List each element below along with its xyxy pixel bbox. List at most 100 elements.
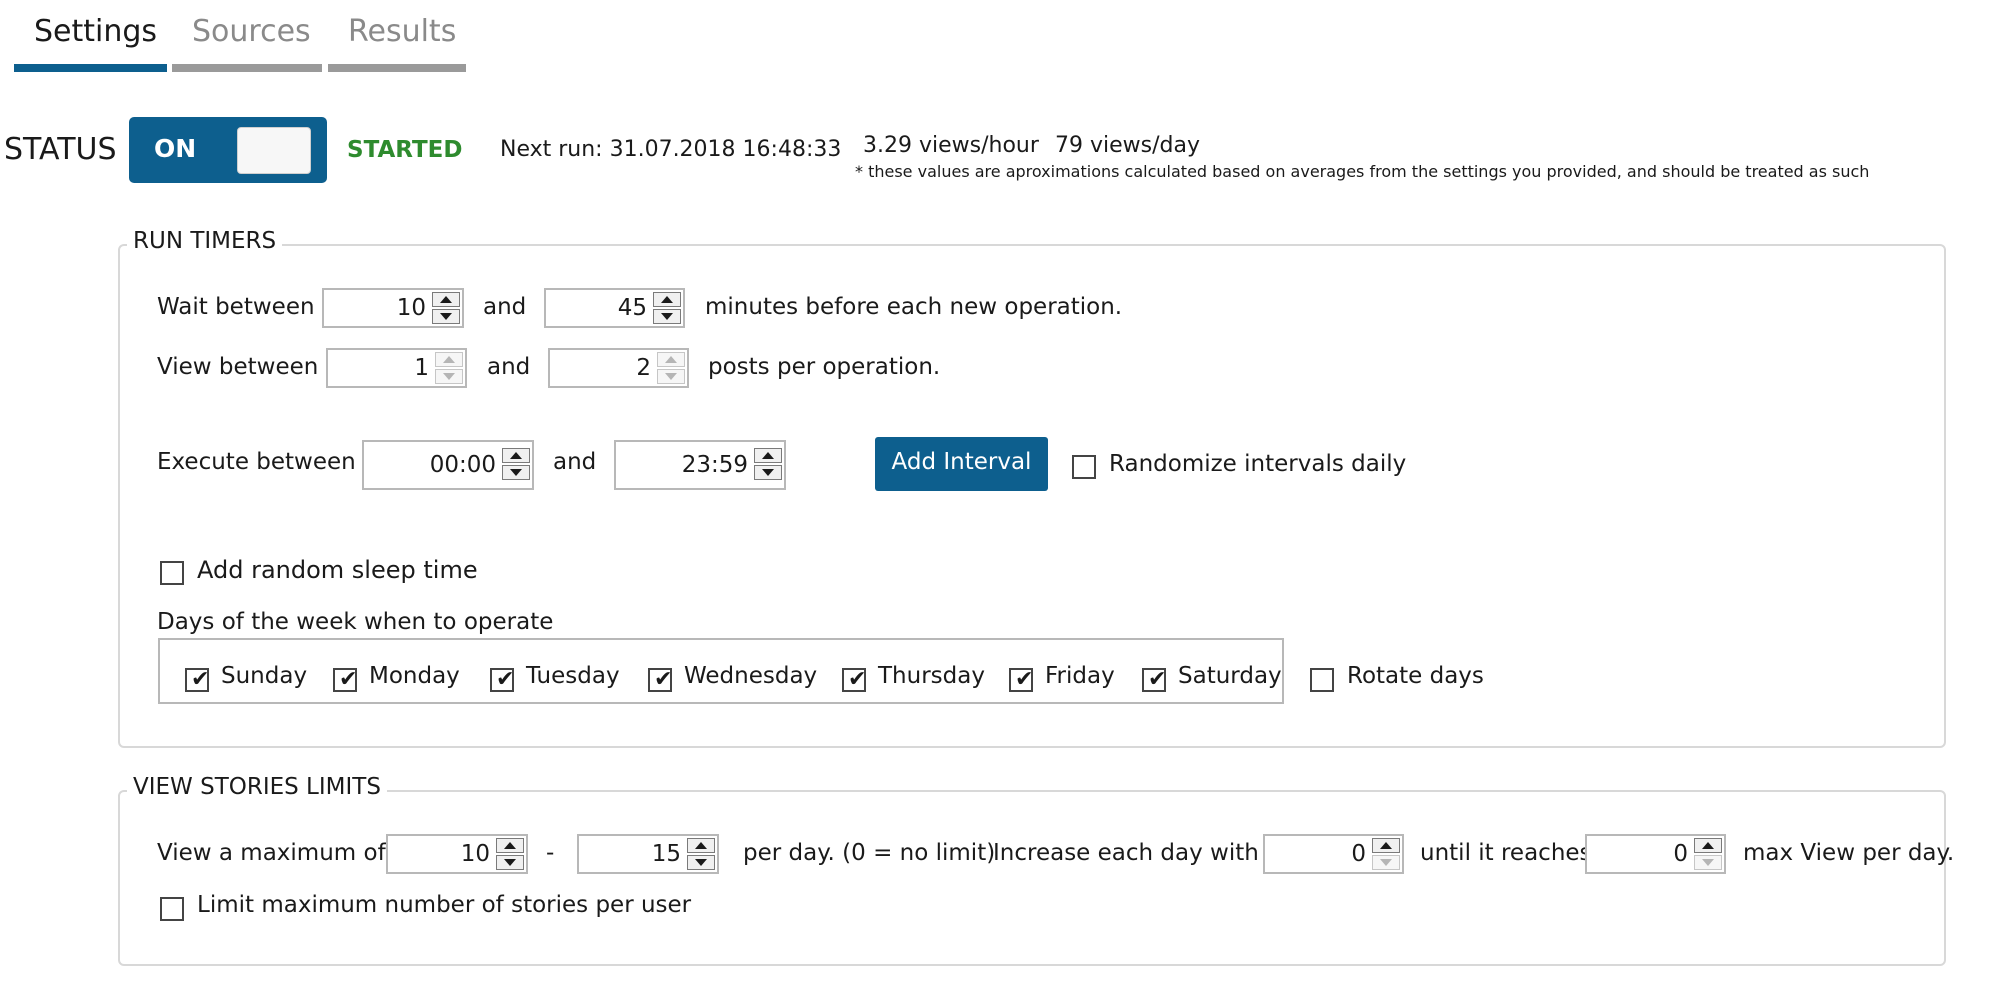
- wait-max-spinner[interactable]: 45: [544, 288, 685, 328]
- view-between-label: View between: [157, 354, 319, 380]
- day-label-sunday: Sunday: [221, 663, 308, 689]
- check-icon: ✔: [654, 667, 673, 692]
- limit-min-value: 10: [460, 841, 490, 867]
- per-day-label: per day. (0 = no limit): [743, 840, 996, 866]
- view-max-down-button[interactable]: [657, 369, 685, 384]
- approximation-note: * these values are aproximations calcula…: [855, 162, 1870, 181]
- wait-min-up-button[interactable]: [432, 292, 460, 307]
- limit-min-up-button[interactable]: [496, 838, 524, 853]
- increase-label: Increase each day with: [993, 840, 1259, 866]
- tuesday-checkbox[interactable]: ✔: [490, 667, 515, 692]
- rotate-days-checkbox[interactable]: [1310, 668, 1334, 692]
- wednesday-checkbox[interactable]: ✔: [648, 667, 673, 692]
- until-spinner[interactable]: 0: [1585, 834, 1726, 874]
- wait-and-label: and: [483, 294, 527, 320]
- until-down-button[interactable]: [1694, 855, 1722, 870]
- execute-end-spinner[interactable]: 23:59: [614, 440, 786, 490]
- wait-min-down-button[interactable]: [432, 309, 460, 324]
- view-min-spinner[interactable]: 1: [326, 348, 467, 388]
- wait-max-down-button[interactable]: [653, 309, 681, 324]
- execute-start-up-button[interactable]: [502, 448, 530, 463]
- day-label-saturday: Saturday: [1178, 663, 1282, 689]
- view-maximum-label: View a maximum of: [157, 840, 386, 866]
- randomize-intervals-label: Randomize intervals daily: [1109, 451, 1407, 477]
- wait-suffix: minutes before each new operation.: [705, 294, 1123, 320]
- view-min-value: 1: [414, 355, 429, 381]
- check-icon: ✔: [339, 667, 358, 692]
- execute-end-down-button[interactable]: [754, 465, 782, 480]
- limit-max-spinner[interactable]: 15: [577, 834, 719, 874]
- friday-checkbox[interactable]: ✔: [1009, 667, 1034, 692]
- max-view-suffix: max View per day.: [1743, 840, 1955, 866]
- tab-results[interactable]: Results: [348, 12, 456, 52]
- view-min-down-button[interactable]: [435, 369, 463, 384]
- view-min-up-button[interactable]: [435, 352, 463, 367]
- increase-up-button[interactable]: [1372, 838, 1400, 853]
- limit-min-spinner[interactable]: 10: [386, 834, 528, 874]
- view-suffix: posts per operation.: [708, 354, 941, 380]
- view-max-up-button[interactable]: [657, 352, 685, 367]
- wait-min-spinner[interactable]: 10: [322, 288, 464, 328]
- limit-per-user-checkbox[interactable]: [160, 897, 184, 921]
- check-icon: ✔: [848, 667, 867, 692]
- next-run: Next run: 31.07.2018 16:48:33: [500, 137, 842, 162]
- saturday-checkbox[interactable]: ✔: [1142, 667, 1167, 692]
- check-icon: ✔: [1148, 667, 1167, 692]
- tab-results-indicator: [328, 64, 466, 72]
- view-max-value: 2: [636, 355, 651, 381]
- toggle-label: ON: [154, 134, 197, 163]
- add-interval-button[interactable]: Add Interval: [875, 437, 1048, 491]
- run-timers-title: RUN TIMERS: [127, 226, 283, 256]
- tab-settings-indicator: [14, 64, 167, 72]
- views-per-day: 79 views/day: [1055, 133, 1200, 158]
- views-per-hour: 3.29 views/hour: [863, 133, 1039, 158]
- increase-down-button[interactable]: [1372, 855, 1400, 870]
- status-label: STATUS: [4, 132, 117, 167]
- execute-start-value: 00:00: [429, 452, 496, 478]
- view-stories-limits-title: VIEW STORIES LIMITS: [127, 772, 387, 802]
- tab-sources-indicator: [172, 64, 322, 72]
- day-label-monday: Monday: [369, 663, 460, 689]
- toggle-knob: [237, 127, 311, 174]
- check-icon: ✔: [496, 667, 515, 692]
- wait-min-value: 10: [396, 295, 426, 321]
- execute-and-label: and: [553, 449, 597, 475]
- until-label: until it reaches: [1420, 840, 1592, 866]
- sunday-checkbox[interactable]: ✔: [185, 667, 209, 692]
- tab-sources[interactable]: Sources: [192, 12, 311, 52]
- execute-between-label: Execute between: [157, 449, 356, 475]
- rotate-days-label: Rotate days: [1347, 663, 1484, 689]
- execute-start-down-button[interactable]: [502, 465, 530, 480]
- limit-min-down-button[interactable]: [496, 855, 524, 870]
- until-value: 0: [1673, 841, 1688, 867]
- view-and-label: and: [487, 354, 531, 380]
- increase-spinner[interactable]: 0: [1263, 834, 1404, 874]
- random-sleep-label: Add random sleep time: [197, 556, 478, 584]
- view-stories-limits-group: [118, 790, 1946, 966]
- day-label-wednesday: Wednesday: [684, 663, 818, 689]
- tab-settings[interactable]: Settings: [34, 12, 157, 52]
- execute-end-up-button[interactable]: [754, 448, 782, 463]
- execute-end-value: 23:59: [681, 452, 748, 478]
- monday-checkbox[interactable]: ✔: [333, 667, 358, 692]
- randomize-intervals-checkbox[interactable]: [1072, 455, 1096, 479]
- random-sleep-checkbox[interactable]: [160, 561, 184, 585]
- execute-start-spinner[interactable]: 00:00: [362, 440, 534, 490]
- wait-max-up-button[interactable]: [653, 292, 681, 307]
- day-label-tuesday: Tuesday: [526, 663, 620, 689]
- thursday-checkbox[interactable]: ✔: [842, 667, 867, 692]
- limit-per-user-label: Limit maximum number of stories per user: [197, 892, 692, 918]
- check-icon: ✔: [1015, 667, 1034, 692]
- limit-max-up-button[interactable]: [687, 838, 715, 853]
- days-label: Days of the week when to operate: [157, 609, 554, 635]
- view-max-spinner[interactable]: 2: [548, 348, 689, 388]
- increase-value: 0: [1351, 841, 1366, 867]
- until-up-button[interactable]: [1694, 838, 1722, 853]
- wait-between-label: Wait between: [157, 294, 315, 320]
- limit-dash: -: [546, 840, 555, 866]
- status-state: STARTED: [347, 137, 463, 163]
- day-label-friday: Friday: [1045, 663, 1115, 689]
- day-label-thursday: Thursday: [878, 663, 985, 689]
- limit-max-down-button[interactable]: [687, 855, 715, 870]
- status-toggle[interactable]: ON: [129, 117, 327, 183]
